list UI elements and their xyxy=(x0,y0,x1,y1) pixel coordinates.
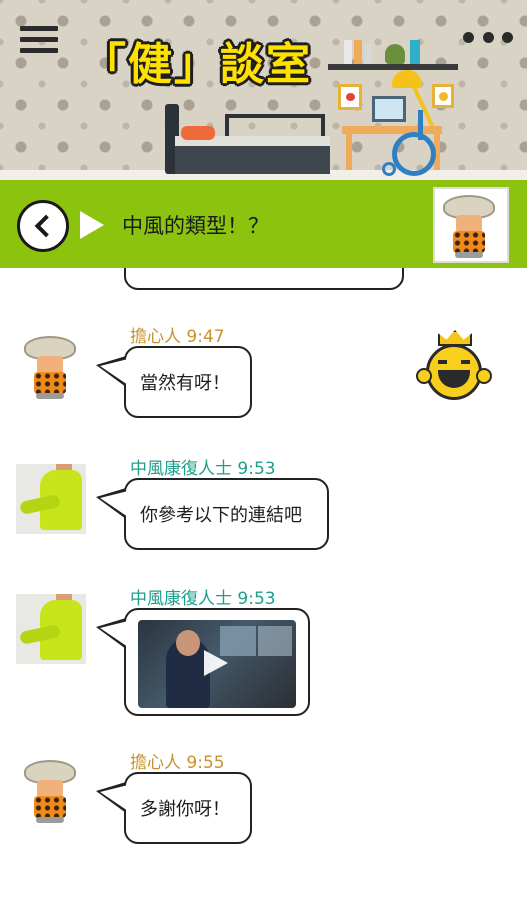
worried-person-avatar[interactable] xyxy=(22,756,82,826)
chat-avatar[interactable] xyxy=(433,187,509,263)
stroke-recovery-person-avatar[interactable] xyxy=(16,464,86,534)
message-text: 多謝你呀！ xyxy=(140,799,230,820)
sun-picture-frame xyxy=(432,84,454,108)
message-bubble[interactable]: 你參考以下的連結吧 xyxy=(96,478,329,550)
message-time: 9:53 xyxy=(237,459,276,479)
book-illustration xyxy=(410,40,420,64)
message-time: 9:47 xyxy=(186,327,225,347)
message-sender: 擔心人 9:47 xyxy=(130,322,225,347)
back-button[interactable] xyxy=(17,200,69,252)
video-thumbnail[interactable] xyxy=(138,620,296,708)
sender-name: 擔心人 xyxy=(130,327,181,347)
computer-monitor-illustration xyxy=(372,96,406,122)
chat-title: 中風的類型！？ xyxy=(122,214,269,238)
book-illustration xyxy=(354,40,362,64)
plant-illustration xyxy=(385,44,405,64)
message-bubble-partial xyxy=(124,268,404,290)
message-sender: 中風康復人士 9:53 xyxy=(130,454,276,479)
sender-name: 中風康復人士 xyxy=(130,459,232,479)
laughing-crown-emoji-icon xyxy=(416,330,492,406)
app-title: 「健」談室 xyxy=(82,39,312,90)
bed-illustration xyxy=(165,104,330,174)
chevron-left-icon xyxy=(34,214,58,238)
sender-name: 擔心人 xyxy=(130,753,181,773)
message-time: 9:53 xyxy=(237,589,276,609)
worried-person-avatar[interactable] xyxy=(22,332,82,402)
message-sender: 中風康復人士 9:53 xyxy=(130,584,276,609)
lamp-illustration xyxy=(392,70,422,88)
heart-picture-frame xyxy=(338,84,362,110)
book-illustration xyxy=(344,40,352,64)
chat-title-bar: 中風的類型！？ xyxy=(0,180,527,268)
message-text: 你參考以下的連結吧 xyxy=(140,505,302,526)
message-text: 當然有呀！ xyxy=(140,373,230,394)
message-time: 9:55 xyxy=(186,753,225,773)
chat-message-list[interactable]: 擔心人 9:47 當然有呀！ 中風康復人士 9:53 你參考以下的連結吧 中風康… xyxy=(0,268,527,900)
app-header-banner: 「健」談室 xyxy=(0,0,527,180)
sender-name: 中風康復人士 xyxy=(130,589,232,609)
stroke-recovery-person-avatar[interactable] xyxy=(16,594,86,664)
book-illustration xyxy=(364,44,372,64)
worried-person-avatar xyxy=(441,191,501,261)
pointer-triangle-icon xyxy=(80,211,104,239)
hamburger-menu-icon[interactable] xyxy=(20,26,58,54)
desk-leg xyxy=(346,134,352,170)
message-bubble[interactable]: 當然有呀！ xyxy=(96,346,252,418)
shelf-illustration xyxy=(328,64,458,70)
wheelchair-illustration xyxy=(382,110,438,178)
more-vert-icon[interactable] xyxy=(463,32,513,46)
video-message-bubble[interactable] xyxy=(96,608,310,716)
play-icon[interactable] xyxy=(204,650,228,676)
message-sender: 擔心人 9:55 xyxy=(130,748,225,773)
message-bubble[interactable]: 多謝你呀！ xyxy=(96,772,252,844)
